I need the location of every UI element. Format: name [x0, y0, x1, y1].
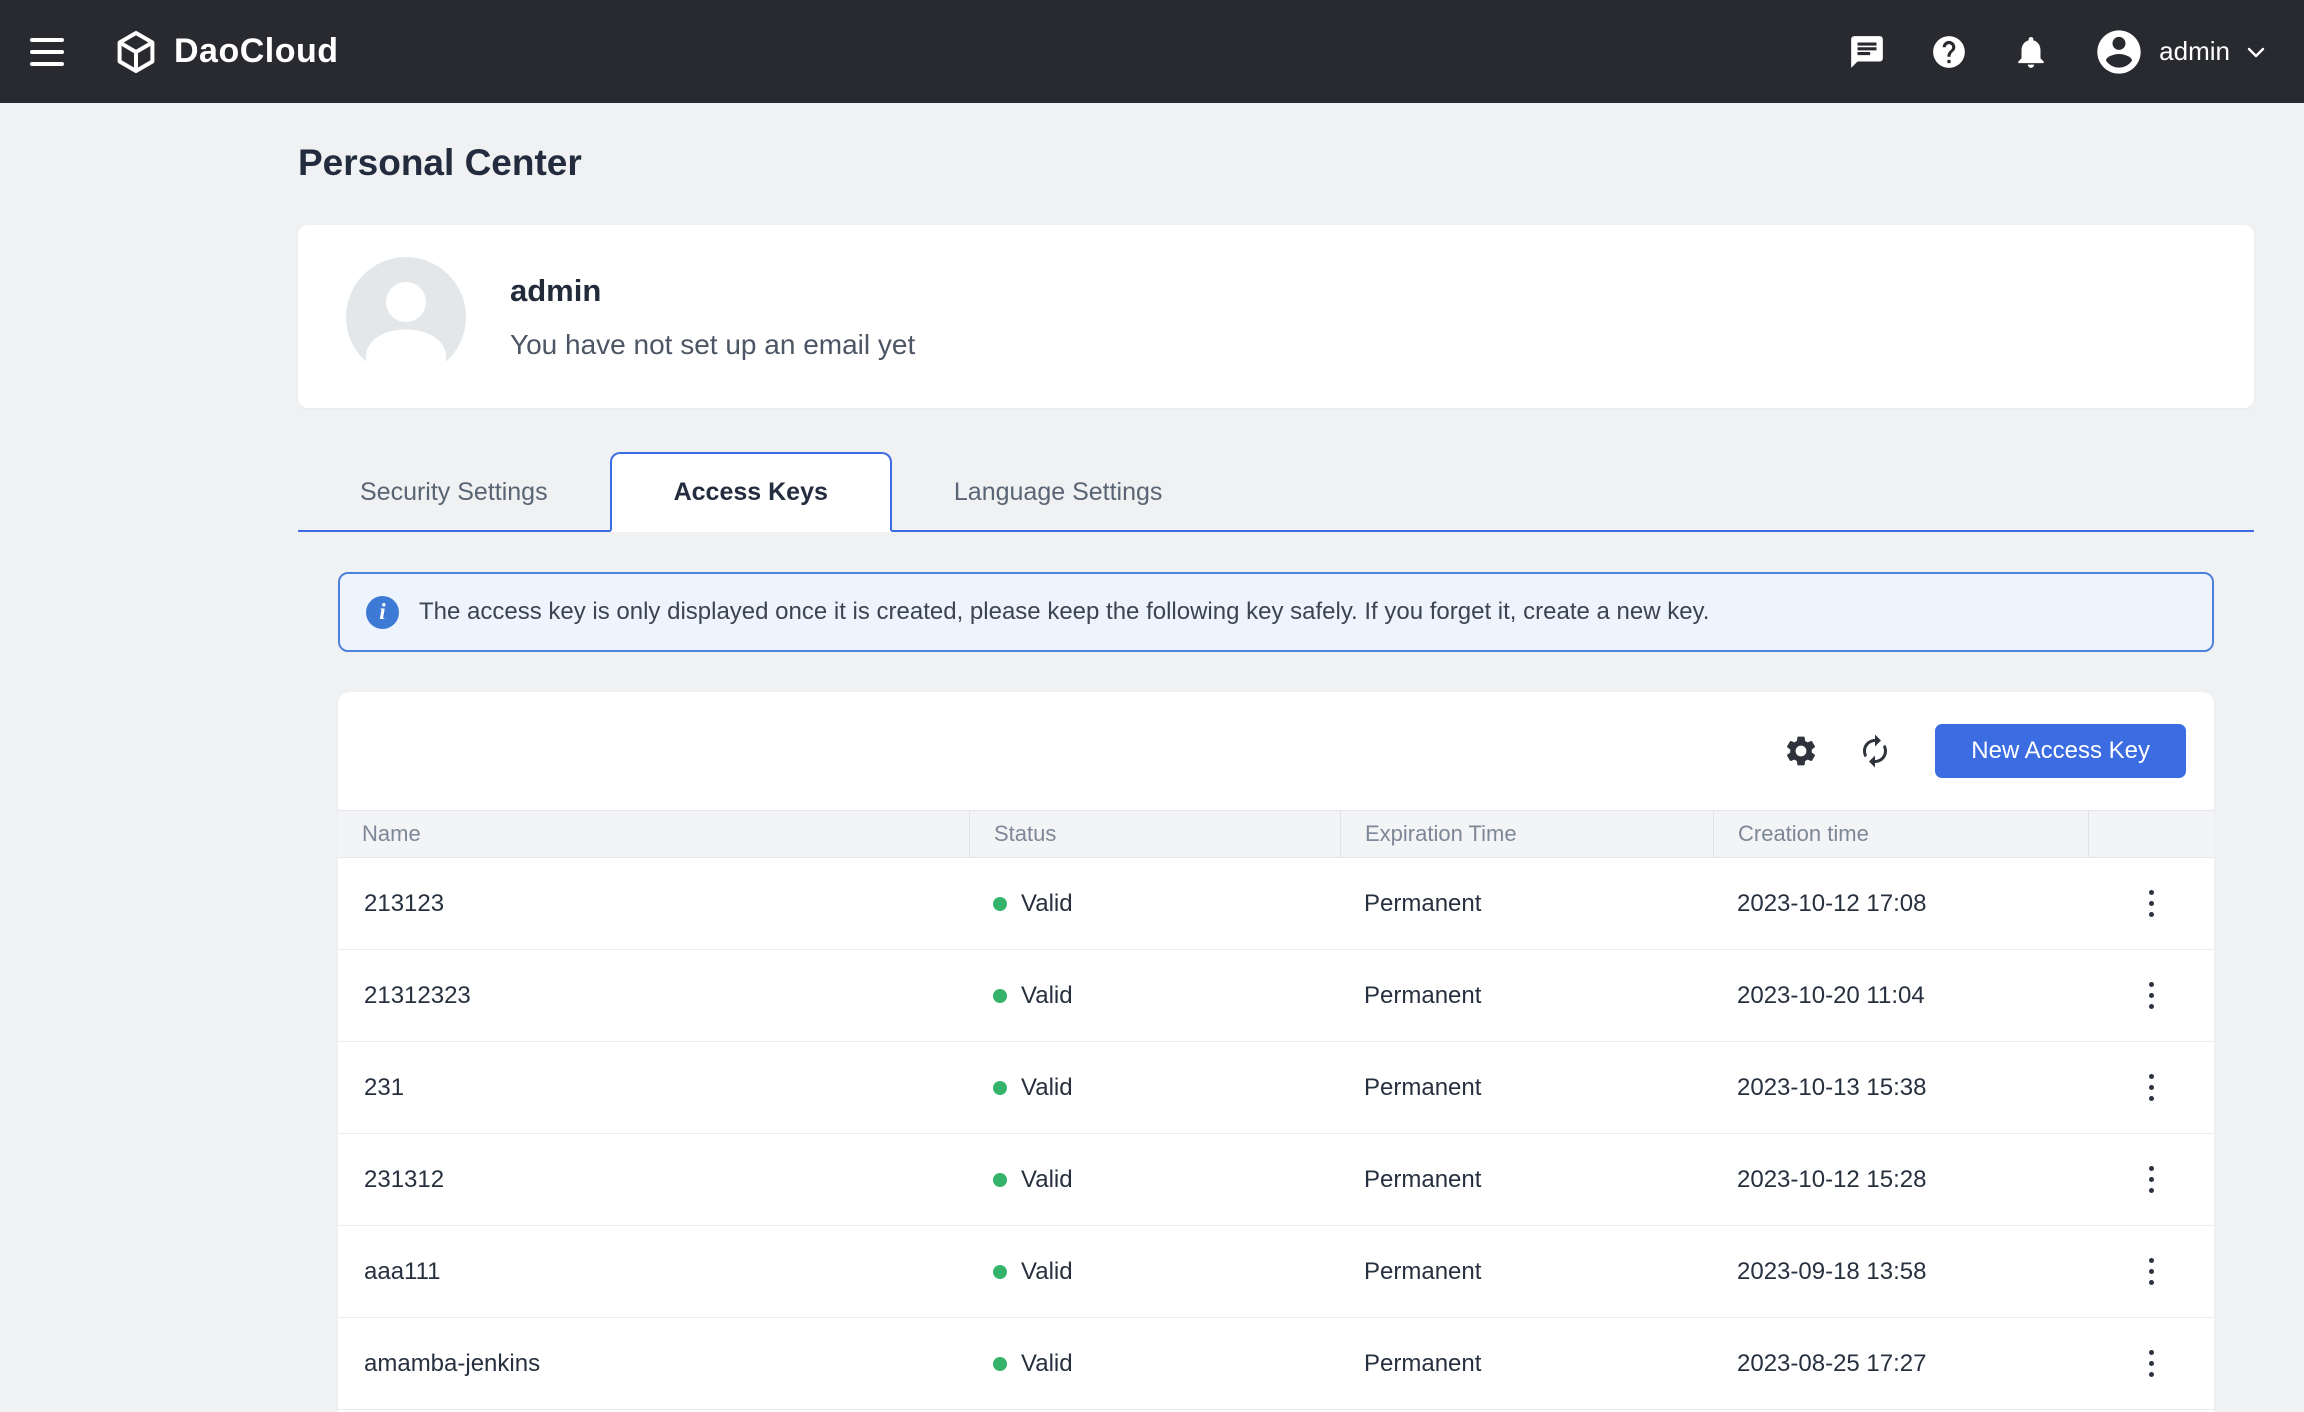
- status-dot: [993, 1357, 1007, 1371]
- cell-name: 213123: [338, 858, 969, 949]
- cell-name: amamba-jenkins: [338, 1318, 969, 1409]
- cell-status: Valid: [969, 858, 1340, 949]
- info-alert: i The access key is only displayed once …: [338, 572, 2214, 652]
- row-actions-kebab-icon[interactable]: [2139, 1248, 2164, 1295]
- tab-language-settings[interactable]: Language Settings: [892, 452, 1225, 532]
- cell-expiration: Permanent: [1340, 1134, 1713, 1225]
- top-navbar: DaoCloud: [0, 0, 2304, 103]
- column-header-status: Status: [969, 811, 1340, 857]
- table-toolbar: New Access Key: [338, 692, 2214, 810]
- cell-name: 21312323: [338, 950, 969, 1041]
- status-dot: [993, 897, 1007, 911]
- cube-logo-icon: [112, 28, 160, 76]
- status-dot: [993, 1265, 1007, 1279]
- column-header-expiration: Expiration Time: [1340, 811, 1713, 857]
- info-alert-text: The access key is only displayed once it…: [419, 598, 1709, 626]
- access-keys-panel: New Access Key Name Status Expiration Ti…: [338, 692, 2214, 1412]
- row-actions-kebab-icon[interactable]: [2139, 972, 2164, 1019]
- status-dot: [993, 989, 1007, 1003]
- status-dot: [993, 1173, 1007, 1187]
- table-row: aaa111 Valid Permanent 2023-09-18 13:58: [338, 1226, 2214, 1318]
- cell-status: Valid: [969, 1318, 1340, 1409]
- help-icon[interactable]: [1929, 32, 1969, 72]
- column-header-actions: [2088, 811, 2214, 857]
- tab-bar: Security Settings Access Keys Language S…: [298, 452, 2254, 532]
- info-icon: i: [366, 596, 399, 629]
- table-row: 231 Valid Permanent 2023-10-13 15:38: [338, 1042, 2214, 1134]
- cell-actions: [2088, 1318, 2214, 1409]
- cell-expiration: Permanent: [1340, 1226, 1713, 1317]
- cell-actions: [2088, 858, 2214, 949]
- row-actions-kebab-icon[interactable]: [2139, 1064, 2164, 1111]
- chevron-down-icon: [2244, 40, 2268, 64]
- row-actions-kebab-icon[interactable]: [2139, 880, 2164, 927]
- table-row: 213123 Valid Permanent 2023-10-12 17:08: [338, 858, 2214, 950]
- notifications-bell-icon[interactable]: [2011, 32, 2051, 72]
- cell-status: Valid: [969, 1042, 1340, 1133]
- user-menu[interactable]: admin: [2093, 26, 2268, 78]
- table-row: amamba-jenkins Valid Permanent 2023-08-2…: [338, 1318, 2214, 1410]
- cell-expiration: Permanent: [1340, 858, 1713, 949]
- profile-texts: admin You have not set up an email yet: [510, 273, 915, 361]
- profile-name: admin: [510, 273, 915, 309]
- cell-creation: 2023-10-13 15:38: [1713, 1042, 2088, 1133]
- status-label: Valid: [1021, 1074, 1073, 1102]
- cell-creation: 2023-10-12 15:28: [1713, 1134, 2088, 1225]
- profile-card: admin You have not set up an email yet: [298, 225, 2254, 408]
- cell-expiration: Permanent: [1340, 950, 1713, 1041]
- cell-expiration: Permanent: [1340, 1318, 1713, 1409]
- cell-creation: 2023-10-12 17:08: [1713, 858, 2088, 949]
- refresh-icon[interactable]: [1853, 729, 1897, 773]
- cell-creation: 2023-09-18 13:58: [1713, 1226, 2088, 1317]
- cell-expiration: Permanent: [1340, 1042, 1713, 1133]
- status-label: Valid: [1021, 982, 1073, 1010]
- cell-creation: 2023-10-20 11:04: [1713, 950, 2088, 1041]
- tab-access-keys[interactable]: Access Keys: [610, 452, 892, 532]
- brand-name: DaoCloud: [174, 32, 339, 71]
- username-label: admin: [2159, 36, 2230, 67]
- main-content: Personal Center admin You have not set u…: [298, 103, 2254, 1412]
- row-actions-kebab-icon[interactable]: [2139, 1340, 2164, 1387]
- tab-security-settings[interactable]: Security Settings: [298, 452, 610, 532]
- cell-actions: [2088, 1042, 2214, 1133]
- user-avatar-icon: [2093, 26, 2145, 78]
- cell-actions: [2088, 950, 2214, 1041]
- status-dot: [993, 1081, 1007, 1095]
- messages-icon[interactable]: [1847, 32, 1887, 72]
- cell-name: aaa111: [338, 1226, 969, 1317]
- profile-email-hint: You have not set up an email yet: [510, 329, 915, 361]
- cell-status: Valid: [969, 1134, 1340, 1225]
- status-label: Valid: [1021, 1350, 1073, 1378]
- cell-creation: 2023-08-25 17:27: [1713, 1318, 2088, 1409]
- row-actions-kebab-icon[interactable]: [2139, 1156, 2164, 1203]
- gear-icon[interactable]: [1779, 729, 1823, 773]
- cell-actions: [2088, 1226, 2214, 1317]
- status-label: Valid: [1021, 1166, 1073, 1194]
- cell-status: Valid: [969, 1226, 1340, 1317]
- column-header-name: Name: [338, 811, 969, 857]
- navbar-actions: admin: [1847, 26, 2268, 78]
- table-row: 231312 Valid Permanent 2023-10-12 15:28: [338, 1134, 2214, 1226]
- column-header-creation: Creation time: [1713, 811, 2088, 857]
- status-label: Valid: [1021, 890, 1073, 918]
- cell-actions: [2088, 1134, 2214, 1225]
- brand-logo[interactable]: DaoCloud: [112, 28, 339, 76]
- page-title: Personal Center: [298, 103, 2254, 185]
- status-label: Valid: [1021, 1258, 1073, 1286]
- cell-name: 231312: [338, 1134, 969, 1225]
- profile-avatar: [346, 257, 466, 377]
- screen: DaoCloud: [0, 0, 2304, 1412]
- new-access-key-button[interactable]: New Access Key: [1935, 724, 2186, 778]
- hamburger-menu-icon[interactable]: [30, 38, 64, 66]
- cell-name: 231: [338, 1042, 969, 1133]
- table-row: 21312323 Valid Permanent 2023-10-20 11:0…: [338, 950, 2214, 1042]
- cell-status: Valid: [969, 950, 1340, 1041]
- table-header-row: Name Status Expiration Time Creation tim…: [338, 810, 2214, 858]
